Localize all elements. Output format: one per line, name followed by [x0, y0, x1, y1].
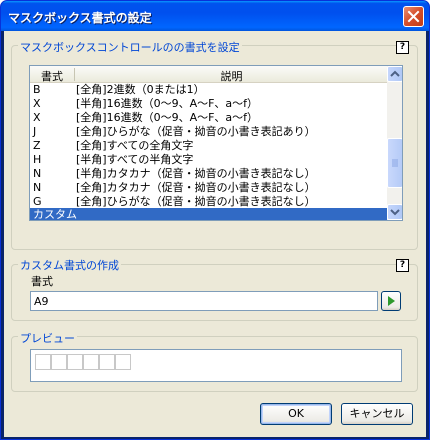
format-code: N: [33, 181, 42, 194]
close-button[interactable]: [403, 6, 424, 27]
chevron-up-icon: [390, 70, 400, 77]
preview-cell: [51, 354, 67, 370]
preview-box: [30, 349, 402, 382]
preview-cell: [35, 354, 51, 370]
format-code: カスタム: [33, 208, 77, 221]
format-description: [全角]ひらがな（促音・拗音の小書き表記あり）: [76, 125, 316, 138]
format-code: H: [33, 153, 42, 166]
column-header-format[interactable]: 書式: [30, 68, 74, 84]
format-code: Z: [33, 139, 41, 152]
format-description: [半角]16進数（0～9、A～F、a～f）: [76, 97, 259, 110]
preview-cell: [115, 354, 131, 370]
format-description: [半角]すべての半角文字: [76, 153, 194, 166]
window-title: マスクボックス書式の設定: [8, 11, 152, 25]
list-item[interactable]: H [半角]すべての半角文字: [30, 153, 388, 166]
format-description: [全角]すべての全角文字: [76, 139, 194, 152]
format-code: B: [33, 83, 41, 96]
dialog-window: マスクボックス書式の設定 マスクボックスコントロールのの書式を設定 ? カスタム…: [0, 0, 430, 440]
format-field-label: 書式: [31, 275, 53, 288]
format-code: X: [33, 111, 41, 124]
list-item[interactable]: N [半角]カタカナ（促音・拗音の小書き表記なし）: [30, 167, 388, 180]
format-group-title: マスクボックスコントロールのの書式を設定: [18, 39, 242, 55]
title-bar[interactable]: マスクボックス書式の設定: [1, 1, 429, 31]
format-code: N: [33, 167, 42, 180]
scroll-thumb[interactable]: [387, 138, 402, 188]
format-description: [半角]カタカナ（促音・拗音の小書き表記なし）: [76, 167, 316, 180]
ok-button[interactable]: OK: [260, 403, 332, 425]
custom-help-icon[interactable]: ?: [396, 259, 409, 272]
format-help-icon[interactable]: ?: [396, 41, 409, 54]
format-code: G: [33, 195, 42, 208]
list-item[interactable]: X [半角]16進数（0～9、A～F、a～f）: [30, 97, 388, 110]
list-item[interactable]: X [全角]16進数（0～9、A～F、a～f）: [30, 111, 388, 124]
format-input[interactable]: A9: [30, 291, 378, 311]
list-item[interactable]: B [全角]2進数（0または1）: [30, 83, 388, 96]
column-header-description[interactable]: 説明: [75, 68, 388, 84]
list-item-selected[interactable]: カスタム: [30, 208, 388, 221]
list-item[interactable]: G [全角]ひらがな（促音・拗音の小書き表記なし）: [30, 195, 388, 208]
format-description: [全角]16進数（0～9、A～F、a～f）: [76, 111, 259, 124]
custom-format-group-title: カスタム書式の作成: [18, 257, 121, 273]
scroll-down-button[interactable]: [387, 204, 402, 220]
vertical-scrollbar[interactable]: [387, 66, 402, 220]
format-description: [全角]2進数（0または1）: [76, 83, 205, 96]
preview-cell: [67, 354, 83, 370]
preview-cell: [99, 354, 115, 370]
preview-cell: [83, 354, 99, 370]
format-description: [全角]カタカナ（促音・拗音の小書き表記なし）: [76, 181, 316, 194]
grip-icon: [392, 159, 398, 167]
format-code: J: [33, 125, 37, 138]
format-description: [全角]ひらがな（促音・拗音の小書き表記なし）: [76, 195, 316, 208]
format-list[interactable]: 書式 説明 B [全角]2進数（0または1） X [半角]16進数（0～9、A～…: [29, 65, 403, 221]
apply-format-button[interactable]: [381, 291, 401, 311]
list-item[interactable]: Z [全角]すべての全角文字: [30, 139, 388, 152]
list-item[interactable]: N [全角]カタカナ（促音・拗音の小書き表記なし）: [30, 181, 388, 194]
format-input-value: A9: [34, 295, 49, 308]
list-item[interactable]: J [全角]ひらがな（促音・拗音の小書き表記あり）: [30, 125, 388, 138]
format-code: X: [33, 97, 41, 110]
list-header: 書式 説明: [30, 66, 388, 83]
preview-group-title: プレビュー: [18, 330, 77, 346]
cancel-button[interactable]: キャンセル: [341, 403, 413, 425]
close-icon: [407, 10, 420, 23]
play-arrow-icon: [388, 296, 395, 306]
scroll-up-button[interactable]: [387, 66, 402, 82]
chevron-down-icon: [390, 209, 400, 216]
